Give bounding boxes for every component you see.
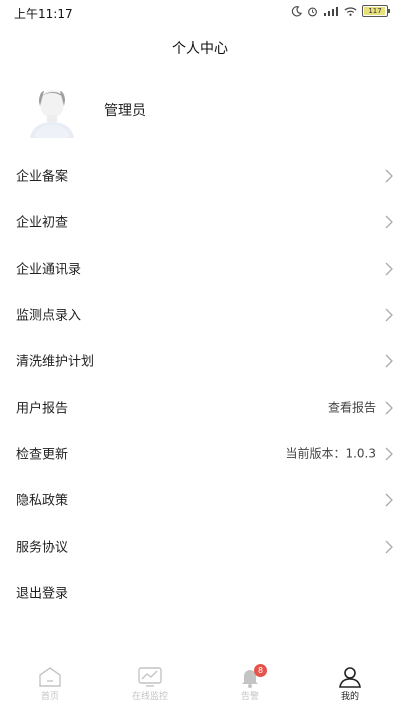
menu-item-value: 查看报告: [327, 400, 376, 415]
alarm-icon: [307, 6, 318, 17]
battery-icon: 117: [362, 5, 390, 17]
menu-item-label: 企业初查: [16, 215, 69, 231]
wifi-icon: [344, 6, 357, 17]
tab-label: 在线监控: [131, 692, 168, 702]
menu-item-label: 企业通讯录: [16, 262, 82, 278]
menu-item-label: 清洗维护计划: [16, 354, 95, 370]
chevron-right-icon: [384, 446, 394, 461]
tab-label: 告警: [240, 692, 259, 702]
menu-item-user-report[interactable]: 用户报告 查看报告: [0, 383, 400, 429]
page-title: 个人中心: [172, 41, 228, 57]
bottom-tab-bar: 首页 在线监控 8 告警 我的: [0, 660, 400, 711]
tab-label: 我的: [340, 692, 359, 702]
home-icon: [0, 666, 100, 688]
chevron-right-icon: [384, 492, 394, 507]
chevron-right-icon: [384, 168, 394, 183]
status-bar: 上午11:17 117: [0, 0, 400, 28]
chevron-right-icon: [384, 353, 394, 368]
settings-menu: 企业备案 企业初查 企业通讯录 监测点录入 清洗维护计划 用户报告 查看报告 检…: [0, 152, 400, 615]
chevron-right-icon: [384, 400, 394, 415]
menu-item-monitoring-point-entry[interactable]: 监测点录入: [0, 291, 400, 337]
user-icon: [300, 666, 400, 688]
tab-home[interactable]: 首页: [0, 660, 100, 711]
menu-item-enterprise-inspection[interactable]: 企业初查: [0, 198, 400, 244]
bell-icon: [200, 666, 300, 688]
status-icons: 117: [291, 5, 390, 17]
tab-monitor[interactable]: 在线监控: [100, 660, 200, 711]
moon-icon: [291, 5, 302, 17]
user-avatar-icon[interactable]: [24, 82, 80, 138]
chevron-right-icon: [384, 261, 394, 276]
menu-item-service-agreement[interactable]: 服务协议: [0, 522, 400, 568]
chevron-right-icon: [384, 539, 394, 553]
menu-item-label: 企业备案: [16, 169, 69, 185]
monitor-icon: [100, 666, 200, 688]
tab-label: 首页: [40, 692, 59, 702]
menu-item-enterprise-filing[interactable]: 企业备案: [0, 152, 400, 198]
tab-alarm[interactable]: 8 告警: [200, 660, 300, 711]
tab-mine[interactable]: 我的: [300, 660, 400, 711]
profile-header[interactable]: 管理员: [0, 82, 400, 138]
profile-name: 管理员: [104, 103, 146, 119]
battery-level: 117: [368, 7, 382, 15]
menu-item-label: 检查更新: [16, 447, 69, 463]
menu-item-privacy-policy[interactable]: 隐私政策: [0, 476, 400, 522]
menu-item-label: 退出登录: [16, 586, 69, 602]
menu-item-cleaning-plan[interactable]: 清洗维护计划: [0, 337, 400, 383]
chevron-right-icon: [384, 307, 394, 322]
menu-item-value: 当前版本：1.0.3: [285, 446, 376, 461]
chevron-right-icon: [384, 214, 394, 229]
menu-item-label: 监测点录入: [16, 308, 82, 324]
signal-icon: [323, 6, 339, 17]
menu-item-enterprise-contacts[interactable]: 企业通讯录: [0, 245, 400, 291]
menu-item-label: 隐私政策: [16, 493, 69, 509]
menu-item-check-update[interactable]: 检查更新 当前版本：1.0.3: [0, 430, 400, 476]
notification-badge: 8: [254, 664, 267, 677]
menu-item-label: 服务协议: [16, 540, 69, 556]
menu-item-label: 用户报告: [16, 401, 69, 417]
menu-item-logout[interactable]: 退出登录: [0, 569, 400, 615]
status-time: 上午11:17: [14, 7, 73, 21]
